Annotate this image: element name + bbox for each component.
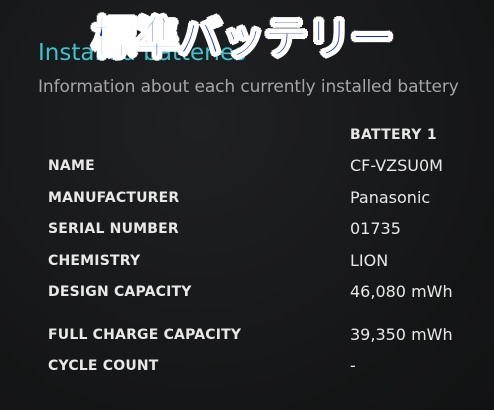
label-full-charge-capacity: FULL CHARGE CAPACITY [48,327,242,343]
value-name: CF-VZSU0M [350,156,443,175]
battery-column-header: BATTERY 1 [350,127,437,143]
value-cycle-count: - [350,356,356,375]
value-manufacturer: Panasonic [350,188,431,207]
value-serial-number: 01735 [350,219,401,238]
label-cycle-count: CYCLE COUNT [48,358,159,374]
label-serial-number: SERIAL NUMBER [48,221,179,237]
battery-report-page: Installed batteries 標準バッテリー Information … [0,0,494,410]
value-full-charge-capacity: 39,350 mWh [350,325,453,344]
section-subtitle: Information about each currently install… [38,77,459,97]
value-design-capacity: 46,080 mWh [350,282,453,301]
label-chemistry: CHEMISTRY [48,253,141,269]
label-design-capacity: DESIGN CAPACITY [48,284,192,300]
value-chemistry: LION [350,251,389,270]
label-name: NAME [48,158,95,174]
overlay-caption: 標準バッテリー [91,12,395,65]
label-manufacturer: MANUFACTURER [48,190,180,206]
